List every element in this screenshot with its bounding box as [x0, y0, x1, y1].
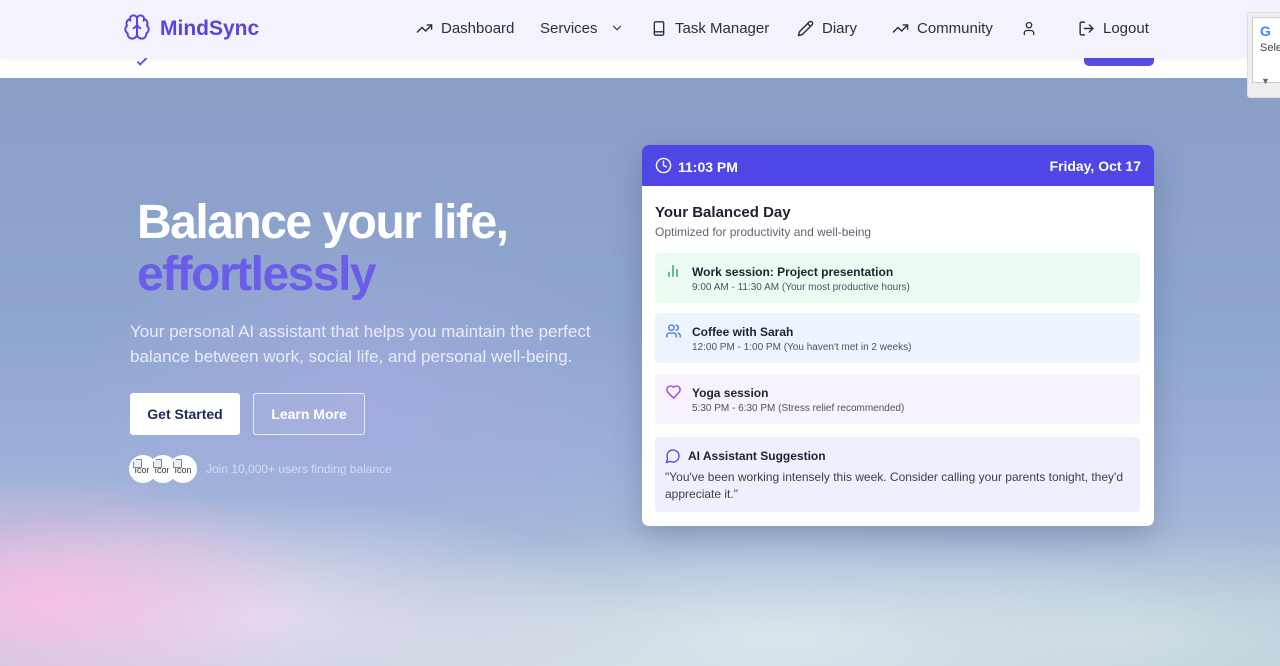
translate-widget[interactable]: G Sele ▼	[1247, 12, 1280, 98]
hero-headline-accent: effortlessly	[137, 248, 377, 301]
nav-task-manager[interactable]: Task Manager	[651, 16, 769, 40]
learn-more-button[interactable]: Learn More	[253, 393, 365, 435]
schedule-card: 11:03 PM Friday, Oct 17 Your Balanced Da…	[642, 145, 1154, 526]
card-title: Your Balanced Day	[655, 204, 791, 221]
broken-image-icon	[133, 459, 142, 468]
schedule-card-header: 11:03 PM Friday, Oct 17	[642, 145, 1154, 186]
current-date: Friday, Oct 17	[1049, 158, 1141, 174]
nav-logout-label: Logout	[1103, 19, 1149, 37]
logout-icon	[1078, 20, 1095, 37]
event-title: Yoga session	[692, 386, 769, 400]
nav-services[interactable]: Services	[540, 16, 624, 40]
nav-profile[interactable]	[1021, 16, 1037, 40]
hero-subtext: Your personal AI assistant that helps yo…	[130, 322, 591, 366]
nav-dashboard[interactable]: Dashboard	[416, 16, 514, 40]
event-time: 12:00 PM - 1:00 PM (You haven't met in 2…	[692, 342, 912, 353]
chevron-down-icon	[610, 21, 624, 35]
clock-icon	[655, 157, 672, 177]
schedule-event-coffee[interactable]: Coffee with Sarah 12:00 PM - 1:00 PM (Yo…	[655, 313, 1140, 363]
current-time: 11:03 PM	[655, 157, 738, 177]
users-note: Join 10,000+ users finding balance	[206, 462, 392, 476]
underlying-button-fragment	[1084, 58, 1154, 66]
event-time: 9:00 AM - 11:30 AM (Your most productive…	[692, 282, 910, 293]
brand-logo[interactable]: MindSync	[123, 13, 260, 46]
avatar: Icon	[169, 455, 197, 483]
pencil-icon	[797, 20, 814, 37]
translate-select[interactable]: G Sele ▼	[1252, 17, 1280, 86]
heart-icon	[665, 384, 682, 405]
suggestion-title: AI Assistant Suggestion	[688, 449, 826, 463]
nav-diary-label: Diary	[822, 19, 858, 37]
dropdown-arrow-icon: ▼	[1261, 76, 1270, 86]
get-started-button[interactable]: Get Started	[130, 393, 240, 435]
nav-dashboard-label: Dashboard	[441, 19, 515, 37]
top-navigation: MindSync Dashboard Services Task Manager…	[0, 0, 1280, 58]
ai-suggestion: AI Assistant Suggestion "You've been wor…	[655, 437, 1140, 512]
google-logo-icon: G	[1260, 23, 1271, 39]
event-title: Coffee with Sarah	[692, 325, 794, 339]
schedule-event-yoga[interactable]: Yoga session 5:30 PM - 6:30 PM (Stress r…	[655, 374, 1140, 424]
translate-select-label: Sele	[1260, 42, 1280, 54]
event-title: Work session: Project presentation	[692, 265, 894, 279]
schedule-event-work[interactable]: Work session: Project presentation 9:00 …	[655, 253, 1140, 303]
message-circle-icon	[665, 448, 681, 469]
trending-up-icon	[892, 20, 909, 37]
nav-services-label: Services	[540, 19, 598, 37]
nav-community[interactable]: Community	[892, 16, 993, 40]
user-avatars: Icon Icon Icon	[129, 455, 197, 483]
user-icon	[1021, 20, 1037, 37]
tablet-icon	[651, 20, 667, 37]
suggestion-text: "You've been working intensely this week…	[665, 470, 1123, 501]
trending-up-icon	[416, 20, 433, 37]
nav-task-manager-label: Task Manager	[675, 19, 770, 37]
nav-diary[interactable]: Diary	[797, 16, 857, 40]
brand-name: MindSync	[160, 17, 260, 40]
brain-icon	[123, 13, 151, 46]
broken-image-icon	[173, 459, 182, 468]
nav-logout[interactable]: Logout	[1078, 16, 1149, 40]
users-icon	[665, 323, 682, 344]
hero-headline: Balance your life,	[137, 196, 509, 249]
broken-image-icon	[153, 459, 162, 468]
current-time-label: 11:03 PM	[678, 159, 738, 175]
event-time: 5:30 PM - 6:30 PM (Stress relief recomme…	[692, 403, 905, 414]
card-subtitle: Optimized for productivity and well-bein…	[655, 225, 872, 239]
bar-chart-icon	[665, 263, 681, 284]
nav-community-label: Community	[917, 19, 993, 37]
